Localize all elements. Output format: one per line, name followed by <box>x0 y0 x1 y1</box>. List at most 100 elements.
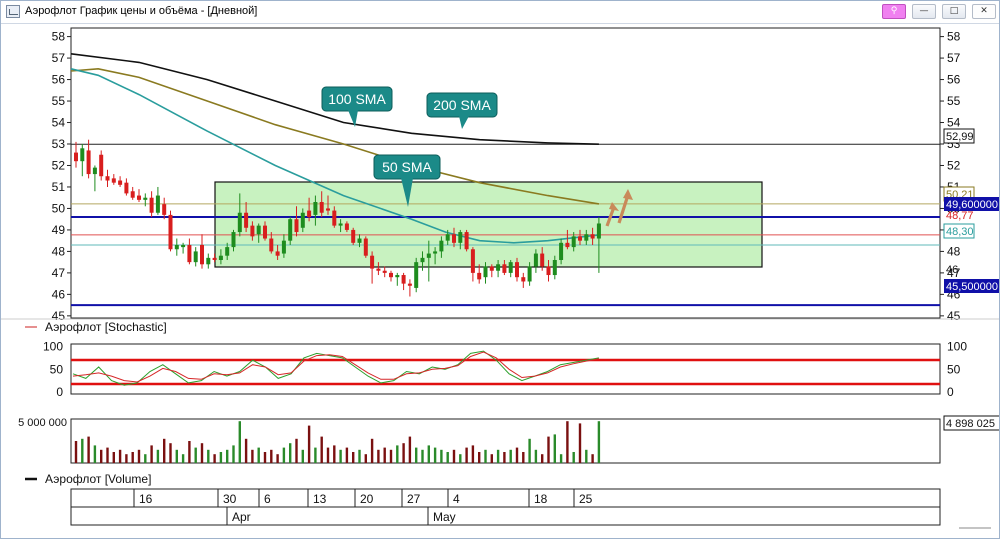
day-label: 30 <box>223 492 237 506</box>
minimize-button[interactable]: — <box>912 4 936 19</box>
volume-bar <box>270 449 273 463</box>
candle-body <box>275 251 280 256</box>
candle-body <box>489 266 494 271</box>
candle-body <box>143 197 148 200</box>
volume-bar <box>175 449 178 463</box>
candle-body <box>502 264 507 273</box>
candle-body <box>401 275 406 284</box>
window-title: Аэрофлот График цены и объёма - [Дневной… <box>25 5 258 17</box>
candle-body <box>105 176 110 181</box>
candle-body <box>326 208 330 211</box>
stochastic-legend: Аэрофлот [Stochastic] <box>25 320 167 334</box>
price-tick-label-left: 55 <box>52 94 66 108</box>
candle-body <box>389 272 393 278</box>
price-tick-label-left: 56 <box>52 73 66 87</box>
volume-bar <box>81 438 84 463</box>
volume-bar <box>163 438 166 463</box>
candle-body <box>332 210 337 226</box>
app-chart-icon <box>6 5 20 18</box>
candle-body <box>458 232 463 243</box>
volume-bar <box>118 449 122 463</box>
candle-body <box>269 238 274 252</box>
volume-bar <box>257 447 260 463</box>
volume-bar <box>137 449 141 463</box>
price-tick-label-right: 45 <box>947 309 961 323</box>
day-label: 4 <box>453 492 460 506</box>
candle-body <box>527 266 532 282</box>
price-tick-label-left: 52 <box>52 158 66 172</box>
volume-bar <box>509 449 512 463</box>
volume-bar <box>314 447 317 463</box>
candle-body <box>137 195 141 200</box>
day-label: 27 <box>407 492 421 506</box>
volume-bar <box>421 449 424 463</box>
volume-bar <box>484 449 487 463</box>
volume-bar <box>452 449 456 463</box>
tag-bottom-partial: 46 <box>946 264 958 276</box>
volume-bar <box>339 449 342 463</box>
volume-bar <box>125 454 128 463</box>
candle-body <box>174 244 179 250</box>
price-panel-frame <box>70 27 941 319</box>
volume-bar <box>131 452 134 463</box>
candle-body <box>319 202 324 213</box>
volume-bar <box>566 421 569 463</box>
volume-bar <box>541 454 544 463</box>
candle-body <box>263 225 267 239</box>
volume-bar <box>553 434 556 463</box>
price-tick-label-right: 55 <box>947 94 961 108</box>
stoch-tick-label-right: 100 <box>947 340 967 354</box>
candle-body <box>565 242 570 248</box>
callout-50-sma-label: 50 SMA <box>382 159 432 175</box>
link-icon[interactable]: ⚲ <box>882 4 906 19</box>
candle-body <box>363 238 368 256</box>
volume-bar <box>591 454 594 463</box>
candle-body <box>118 180 123 185</box>
volume-bar <box>238 421 241 463</box>
stoch-tick-label-left: 100 <box>43 340 63 354</box>
volume-last-tag: 4 898 025 <box>946 418 995 430</box>
candle-body <box>426 253 431 258</box>
price-tick-label-left: 51 <box>52 180 66 194</box>
volume-bar <box>144 454 147 463</box>
volume-bar <box>207 449 210 463</box>
candle-body <box>357 238 362 243</box>
volume-bar <box>169 443 172 463</box>
volume-bar <box>503 452 506 463</box>
candle-body <box>237 212 242 233</box>
candle-body <box>250 225 255 237</box>
candle-body <box>80 148 85 162</box>
volume-bar <box>320 436 323 463</box>
volume-bar <box>440 449 443 463</box>
price-tick-label-left: 50 <box>52 201 66 215</box>
volume-bar <box>194 447 197 463</box>
callout-200-sma-label: 200 SMA <box>433 97 491 113</box>
candle-body <box>584 234 589 241</box>
candle-body <box>351 229 356 243</box>
chart-canvas[interactable]: 5857565554535251504948474645 58575655545… <box>1 23 1000 539</box>
candle-body <box>344 223 349 230</box>
candle-body <box>130 191 135 198</box>
candle-body <box>414 262 419 288</box>
volume-bar <box>597 421 601 463</box>
candle-body <box>307 210 312 218</box>
stoch-tick-label-right: 0 <box>947 385 954 399</box>
tag-mid-level: 48,30 <box>946 226 974 238</box>
price-tick-label-right: 56 <box>947 73 961 87</box>
candle-body <box>508 262 513 273</box>
volume-legend-label: Аэрофлот [Volume] <box>45 472 151 486</box>
volume-bar <box>415 447 418 463</box>
candle-body <box>571 236 576 248</box>
volume-bar <box>585 449 588 463</box>
volume-bar <box>408 436 412 463</box>
volume-bar <box>496 449 500 463</box>
title-bar[interactable]: Аэрофлот График цены и объёма - [Дневной… <box>1 1 999 24</box>
maximize-button[interactable]: □ <box>942 4 966 19</box>
volume-bar <box>289 443 292 463</box>
volume-bar <box>232 445 235 463</box>
volume-bar <box>364 454 367 463</box>
candle-body <box>596 223 601 239</box>
close-button[interactable]: ✕ <box>972 4 996 19</box>
price-tick-label-left: 46 <box>52 287 66 301</box>
candle-body <box>181 244 186 248</box>
